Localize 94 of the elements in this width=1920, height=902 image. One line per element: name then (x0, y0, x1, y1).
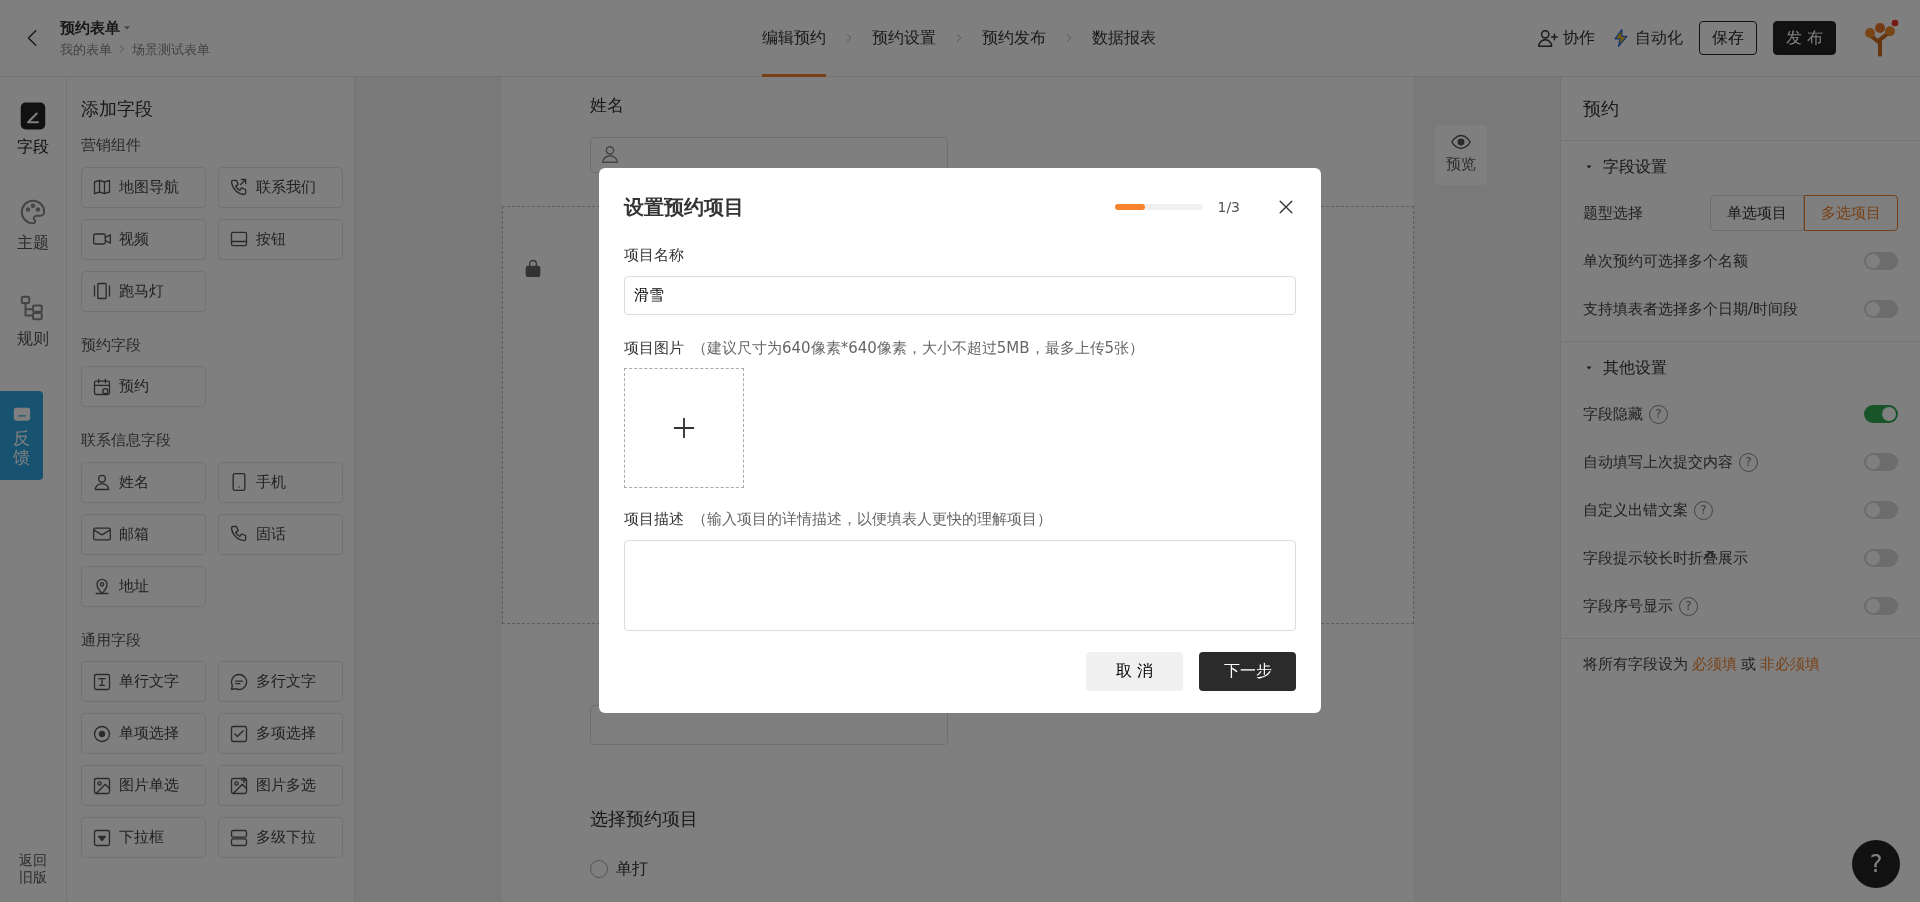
automation-link[interactable]: 自动化 (1634, 26, 1683, 50)
panel-title: 添加字段 (81, 97, 154, 121)
setting-label: 字段提示较长时折叠展示 (1583, 547, 1748, 569)
person-icon (599, 143, 621, 165)
setting-label: 自定义出错文案 (1583, 499, 1688, 521)
progress-reading: 1/3 (1217, 197, 1240, 217)
field-item[interactable]: 视频 (81, 218, 206, 260)
section-title[interactable]: 其他设置 (1603, 356, 1667, 380)
dropdown-icon (92, 827, 112, 848)
person-icon (92, 472, 112, 492)
group-title: 通用字段 (81, 629, 142, 651)
lock-icon (523, 258, 543, 278)
field-item[interactable]: 按钮 (218, 218, 343, 260)
feedback-tab[interactable]: 反馈 (0, 391, 43, 481)
field-item[interactable]: 姓名 (81, 461, 206, 503)
breadcrumb-link[interactable]: 我的表单 (60, 39, 112, 59)
section-title[interactable]: 字段设置 (1603, 155, 1667, 179)
setting-label: 字段序号显示 (1583, 595, 1673, 617)
group-title: 预约字段 (81, 334, 142, 356)
collaborate-link[interactable]: 协作 (1562, 26, 1595, 50)
checkbox-icon (229, 723, 249, 744)
optional-link[interactable]: 非必须填 (1760, 653, 1820, 676)
publish-button[interactable]: 发 布 (1772, 20, 1836, 56)
person-plus-icon[interactable] (1536, 27, 1559, 49)
footer-text: 或 (1741, 654, 1756, 675)
preview-button[interactable]: 预览 (1435, 125, 1487, 185)
field-item[interactable]: 邮箱 (81, 513, 206, 555)
field-item[interactable]: 下拉框 (81, 817, 206, 858)
setting-label: 自动填写上次提交内容 (1583, 451, 1733, 473)
field-hint: （输入项目的详情描述，以便填表人更快的理解项目） (692, 509, 1052, 530)
field-item[interactable]: 单行文字 (81, 661, 206, 702)
palette-icon (18, 197, 48, 227)
required-link[interactable]: 必须填 (1692, 653, 1737, 676)
save-button[interactable]: 保存 (1698, 20, 1757, 56)
option-label: 单打 (616, 857, 648, 880)
image-icon (92, 775, 112, 796)
segment-option[interactable]: 多选项目 (1804, 194, 1898, 232)
description-textarea[interactable] (624, 539, 1296, 631)
calendar-icon (92, 376, 112, 397)
field-item[interactable]: 联系我们 (218, 166, 343, 208)
cancel-button[interactable]: 取 消 (1086, 651, 1183, 691)
stacked-rows-icon (229, 827, 249, 848)
phone-icon (229, 524, 249, 544)
setting-label: 题型选择 (1583, 202, 1643, 224)
field-item[interactable]: 多级下拉 (218, 817, 343, 858)
toggle-switch[interactable] (1864, 405, 1898, 423)
modal-title: 设置预约项目 (624, 194, 744, 221)
group-title: 营销组件 (81, 135, 142, 156)
help-button[interactable]: ? (1852, 840, 1900, 888)
field-item[interactable]: 手机 (218, 461, 343, 503)
segment-option[interactable]: 单选项目 (1710, 194, 1804, 232)
breadcrumb-link[interactable]: 场景测试表单 (132, 39, 210, 59)
step-tab[interactable]: 预约设置 (872, 0, 936, 77)
image-plus-icon (229, 775, 249, 796)
marquee-icon (92, 281, 112, 301)
field-item[interactable]: 图片单选 (81, 765, 206, 806)
field-label: 项目图片 (624, 337, 684, 359)
field-hint: （建议尺寸为640像素*640像素，大小不超过5MB，最多上传5张） (692, 337, 1145, 359)
group-title: 联系信息字段 (81, 430, 172, 451)
setting-label: 字段隐藏 (1583, 403, 1643, 425)
field-item[interactable]: 固话 (218, 513, 343, 555)
field-item[interactable]: 多行文字 (218, 661, 343, 702)
image-upload-box[interactable] (624, 368, 744, 488)
text-field-icon (92, 671, 112, 692)
field-item[interactable]: 单项选择 (81, 713, 206, 754)
button-shape-icon (229, 229, 249, 249)
map-icon (92, 177, 112, 197)
panel-title: 预约 (1561, 77, 1920, 141)
document-edit-icon (18, 101, 48, 131)
section-title: 选择预约项目 (590, 806, 699, 831)
setting-label: 支持填表者选择多个日期/时间段 (1583, 298, 1799, 320)
field-label: 项目描述 (624, 509, 684, 530)
form-title[interactable]: 预约表单 (60, 17, 120, 40)
next-button[interactable]: 下一步 (1199, 651, 1296, 691)
field-item[interactable]: 地图导航 (81, 166, 206, 208)
field-item[interactable]: 地址 (81, 565, 206, 607)
speech-bubble-icon (229, 671, 249, 692)
field-item[interactable]: 图片多选 (218, 765, 343, 806)
rail-tab[interactable]: 字段 (0, 101, 66, 159)
field-item[interactable]: 预约 (81, 366, 206, 407)
name-input[interactable]: 滑雪 (624, 275, 1296, 315)
rail-tab[interactable]: 主题 (0, 197, 66, 255)
field-label: 姓名 (590, 94, 625, 117)
footer-text: 将所有字段设为 (1583, 654, 1688, 675)
phone-call-icon (229, 177, 249, 197)
setting-label: 单次预约可选择多个名额 (1583, 250, 1748, 272)
old-version-link[interactable]: 返回旧版 (17, 852, 49, 886)
step-tab[interactable]: 数据报表 (1092, 0, 1156, 77)
field-label: 项目名称 (624, 245, 685, 266)
step-tab[interactable]: 预约发布 (982, 0, 1046, 77)
radio-icon (92, 723, 112, 744)
field-item[interactable]: 跑马灯 (81, 270, 206, 312)
field-item[interactable]: 多项选择 (218, 713, 343, 754)
rail-tab[interactable]: 规则 (0, 293, 66, 351)
